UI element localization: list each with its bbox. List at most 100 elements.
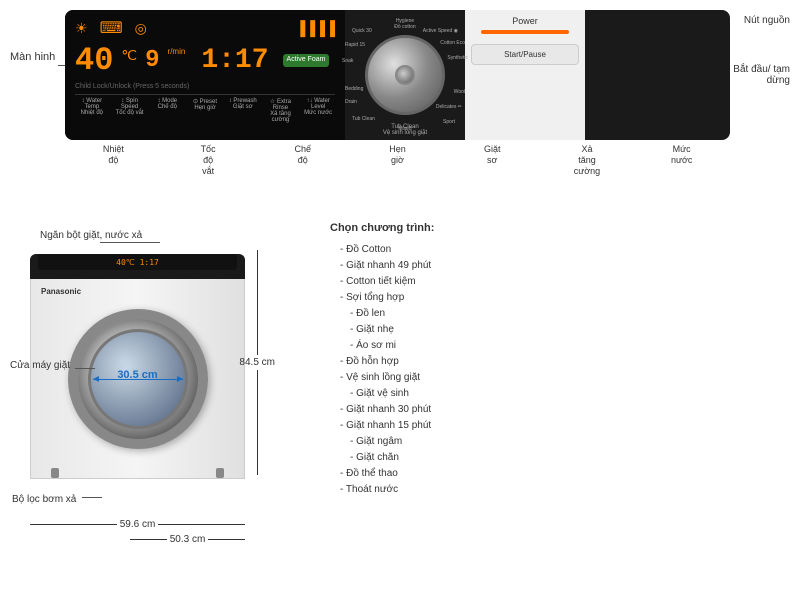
prog-soi-tong-hop: - Sợi tổng hợp [330, 290, 790, 306]
btn-mode[interactable]: ↕ ModeChế độ [150, 98, 184, 123]
program-list: Chọn chương trình: - Đồ Cotton - Giặt nh… [330, 220, 790, 560]
prog-ao-so-mi: - Áo sơ mi [330, 338, 790, 354]
power-label: Power [471, 16, 579, 26]
signal-icon: ▐▐▐▐ [295, 20, 335, 36]
arrow-left [93, 376, 99, 382]
control-panel-wrapper: ☀ ⌨ ◎ ▐▐▐▐ 40 ℃ 9 r/min 1:17 Active Foam [65, 10, 730, 210]
btn-prewash[interactable]: ↕ PrewashGiặt sơ [226, 98, 260, 123]
dial-area: HygieneĐồ cotton Active Speed ◉ Cotton E… [345, 10, 465, 140]
arrow-ngan [100, 242, 160, 243]
spin-unit: r/min [168, 47, 186, 56]
bo-loc-bom-xa-label: Bộ lọc bơm xả [12, 494, 76, 505]
prog-giat-nhanh-49: - Giặt nhanh 49 phút [330, 258, 790, 274]
prog-giat-nhe: - Giặt nhẹ [330, 322, 790, 338]
arrow-right [177, 376, 183, 382]
prog-do-the-thao: - Đồ thể thao [330, 466, 790, 482]
dial-label-active-speed: Active Speed ◉ [423, 28, 458, 34]
height-dimension: 84.5 cm [239, 250, 275, 475]
start-pause-button[interactable]: Start/Pause [471, 44, 579, 65]
power-panel: Power Start/Pause [465, 10, 585, 140]
btn-extra-rinse[interactable]: ☆ Extra RinseXả tăng cường [264, 98, 298, 123]
dial-label-soak: Soak [342, 58, 353, 64]
prog-ve-sinh-long: - Vệ sinh lồng giặt [330, 370, 790, 386]
depth-dimension: 50.3 cm [130, 534, 245, 545]
spacer [300, 220, 320, 560]
machine-diagram: Ngăn bột giặt, nước xả 40℃ 1:17 [10, 220, 290, 560]
label-hen-gio: Hẹngiờ [354, 144, 441, 176]
display-buttons-row: ↕ Water TempNhiệt độ ↕ Spin SpeedTốc độ … [75, 94, 335, 123]
dial-label-tub-clean: Tub Clean [352, 116, 375, 122]
prog-cotton-eco: - Cotton tiết kiệm [330, 274, 790, 290]
dial-label-sport: Sport [443, 119, 455, 125]
width-label: 59.6 cm [117, 519, 159, 530]
machine-front: 30.5 cm Panasonic [30, 279, 245, 479]
machine-top-bar: 40℃ 1:17 [30, 254, 245, 279]
dial-label-rapid15: Rapid 15 [345, 42, 365, 48]
dial-center [395, 65, 415, 85]
time-display: 1:17 [201, 45, 268, 76]
width-line [30, 524, 117, 525]
depth-line2 [208, 539, 245, 540]
width-dimension: 59.6 cm [30, 519, 245, 530]
label-nhiet-do: Nhiệtđộ [70, 144, 157, 176]
label-toc-do-vat: Tốcđộvắt [165, 144, 252, 176]
icon-wash: ⌨ [100, 18, 123, 38]
prog-giat-nhanh-30: - Giặt nhanh 30 phút [330, 402, 790, 418]
dial-label-wool: Wool [454, 89, 465, 95]
door-diameter-arrow [93, 379, 183, 380]
control-panel: ☀ ⌨ ◎ ▐▐▐▐ 40 ℃ 9 r/min 1:17 Active Foam [65, 10, 730, 140]
ngan-bot-giat-label: Ngăn bột giặt, nước xả [40, 230, 142, 241]
machine-display-mini: 40℃ 1:17 [38, 254, 237, 270]
prog-giat-ve-sinh: - Giặt vệ sinh [330, 386, 790, 402]
program-items: - Đồ Cotton - Giặt nhanh 49 phút - Cotto… [330, 242, 790, 498]
btn-water-level[interactable]: ↑↓ Water LevelMức nước [301, 98, 335, 123]
program-list-title: Chọn chương trình: [330, 220, 790, 238]
main-container: Màn hinh ☀ ⌨ ◎ ▐▐▐▐ 40 ℃ 9 [0, 0, 800, 600]
man-hinh-section: Màn hinh [10, 10, 65, 210]
btn-water-temp[interactable]: ↕ Water TempNhiệt độ [75, 98, 109, 123]
width-line2 [158, 524, 245, 525]
boloc-arrow [82, 497, 102, 498]
prog-do-len: - Đồ len [330, 306, 790, 322]
depth-line [130, 539, 167, 540]
prog-thoat-nuoc: - Thoát nước [330, 482, 790, 498]
btn-spin-speed[interactable]: ↕ Spin SpeedTốc độ vắt [113, 98, 147, 123]
active-foam-badge: Active Foam [283, 54, 330, 66]
label-xa-tang-cuong: Xảtăngcường [544, 144, 631, 176]
brand-label: Panasonic [41, 287, 81, 296]
display-area: ☀ ⌨ ◎ ▐▐▐▐ 40 ℃ 9 r/min 1:17 Active Foam [65, 10, 345, 140]
btn-preset[interactable]: ⊙ PresetHẹn giờ [188, 98, 222, 123]
spin-display: 9 [145, 47, 159, 74]
leg-right [216, 468, 224, 478]
power-indicator [481, 30, 569, 34]
control-panel-section: Màn hinh ☀ ⌨ ◎ ▐▐▐▐ 40 ℃ 9 [10, 10, 790, 210]
dial-label-synthetic: Synthetic [447, 55, 468, 61]
program-dial[interactable] [365, 35, 445, 115]
cua-arrow [75, 368, 95, 369]
label-che-do: Chếđộ [259, 144, 346, 176]
panel-labels-right: Nút nguồn Bắt đầu/ tạm dừng [730, 10, 790, 210]
man-hinh-label: Màn hinh [10, 50, 65, 64]
dial-label-delicates: Delicates ✏ [436, 104, 462, 110]
temp-unit: ℃ [121, 47, 137, 64]
leg-left [51, 468, 59, 478]
dial-label-bedding: Bedding [345, 86, 363, 92]
dial-label-drain: Drain [345, 99, 357, 105]
display-numbers: 40 ℃ 9 r/min 1:17 Active Foam [75, 42, 335, 79]
control-labels: Nhiệtđộ Tốcđộvắt Chếđộ Hẹngiờ Giặtsơ Xảt… [65, 144, 730, 176]
height-label: 84.5 cm [239, 355, 275, 370]
prog-giat-ngam: - Giặt ngâm [330, 434, 790, 450]
dial-label-hygiene: HygieneĐồ cotton [394, 18, 415, 30]
bat-dau-label-right: Bắt đầu/ tạm dừng [730, 64, 790, 86]
label-muc-nuoc: Mứcnước [638, 144, 725, 176]
machine-display-mini-text: 40℃ 1:17 [116, 258, 159, 267]
temperature-display: 40 [75, 42, 113, 79]
label-giat-so: Giặtsơ [449, 144, 536, 176]
depth-label: 50.3 cm [167, 534, 209, 545]
machine-body-container: 40℃ 1:17 30.5 cm Panasonic [30, 250, 245, 495]
prog-giat-chan: - Giặt chăn [330, 450, 790, 466]
icon-rinse: ◎ [135, 20, 147, 37]
dial-label-quick30: Quick 30 [352, 28, 372, 34]
child-lock-text: Child Lock/Unlock (Press 5 seconds) [75, 83, 335, 90]
prog-giat-nhanh-15: - Giặt nhanh 15 phút [330, 418, 790, 434]
